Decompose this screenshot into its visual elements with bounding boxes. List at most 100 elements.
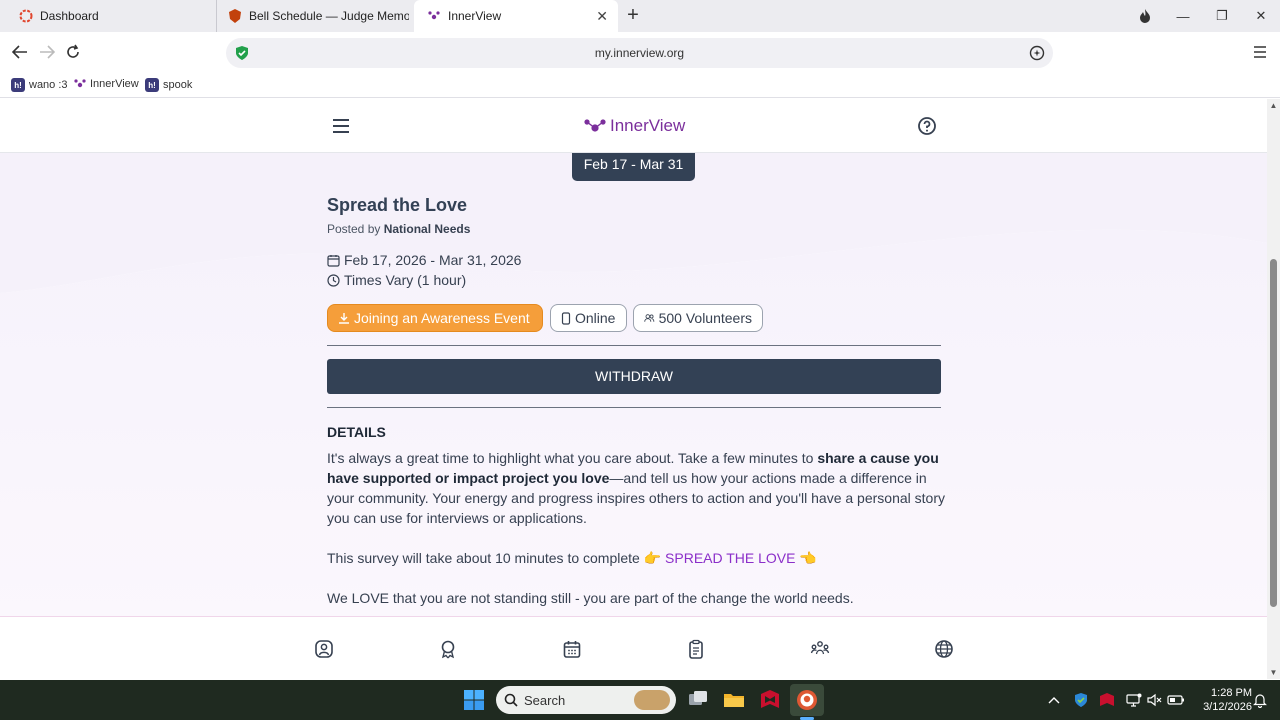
volume-muted-icon[interactable] [1144, 690, 1164, 710]
divider [327, 407, 941, 408]
posted-by-prefix: Posted by [327, 222, 381, 236]
event-date-range: Feb 17, 2026 - Mar 31, 2026 [344, 252, 522, 268]
forward-arrow-icon[interactable] [35, 40, 59, 64]
back-arrow-icon[interactable] [8, 40, 32, 64]
mcafee-icon[interactable] [758, 688, 782, 712]
divider [327, 345, 941, 346]
menu-icon[interactable] [1248, 40, 1272, 64]
search-icon [504, 693, 518, 707]
location-chip-label: Online [575, 310, 616, 326]
users-icon [644, 314, 655, 322]
innerview-logo-icon [426, 8, 442, 24]
category-chip[interactable]: Joining an Awareness Event [327, 304, 543, 332]
location-chip[interactable]: Online [550, 304, 627, 332]
details-paragraph-3: We LOVE that you are not standing still … [327, 590, 854, 606]
tab-dashboard[interactable]: Dashboard [18, 0, 214, 32]
network-display-icon[interactable] [1124, 690, 1144, 710]
help-icon[interactable] [917, 116, 937, 136]
pointing-right-emoji: 👉 [643, 550, 662, 566]
innerview-logo-icon [584, 119, 606, 132]
details-heading: DETAILS [327, 424, 386, 440]
event-time-row: Times Vary (1 hour) [327, 272, 466, 288]
volunteers-chip[interactable]: 500 Volunteers [633, 304, 763, 332]
calendar-icon [327, 254, 340, 267]
profile-icon[interactable] [314, 639, 334, 659]
calendar-grid-icon[interactable] [562, 639, 582, 659]
reload-icon[interactable] [61, 40, 85, 64]
duckduckgo-browser-icon[interactable] [795, 688, 819, 712]
volunteers-chip-label: 500 Volunteers [658, 310, 752, 326]
scroll-down-arrow-icon[interactable]: ▼ [1269, 668, 1278, 677]
tab-label: InnerView [448, 9, 502, 23]
globe-icon[interactable] [934, 639, 954, 659]
innerview-logo[interactable]: InnerView [584, 115, 685, 137]
ai-chat-icon[interactable] [1029, 45, 1045, 61]
withdraw-button[interactable]: WITHDRAW [327, 359, 941, 394]
defender-shield-icon[interactable] [1071, 690, 1091, 710]
phone-icon [561, 311, 571, 325]
hamburger-menu-icon[interactable] [330, 116, 352, 136]
close-window-icon[interactable]: ✕ [1241, 0, 1280, 32]
bookmark-label: wano :3 [29, 79, 68, 91]
bookmark-spook[interactable]: h! spook [145, 78, 192, 92]
bookmark-badge-icon: h! [145, 78, 159, 92]
windows-start-icon[interactable] [463, 689, 485, 711]
tab-bell-schedule[interactable]: Bell Schedule — Judge Memorial | [216, 0, 412, 32]
close-tab-icon[interactable]: ✕ [596, 8, 608, 25]
mcafee-tray-icon[interactable] [1097, 690, 1117, 710]
restore-icon[interactable]: ❐ [1202, 0, 1242, 32]
page-scrollbar[interactable]: ▲ ▼ [1267, 99, 1280, 679]
bookmarks-bar: h! wano :3 InnerView h! spook [0, 74, 1280, 98]
browser-tab-bar: Dashboard Bell Schedule — Judge Memorial… [0, 0, 1280, 32]
clock-icon [327, 273, 340, 287]
innerview-logo-icon [74, 79, 86, 88]
notification-bell-icon[interactable] [1250, 690, 1270, 710]
taskbar-search[interactable]: Search [496, 686, 676, 714]
show-hidden-icons-chevron-icon[interactable] [1044, 690, 1064, 710]
posted-by: Posted by National Needs [327, 222, 470, 236]
community-icon[interactable] [810, 639, 830, 659]
dashboard-ring-icon [18, 8, 34, 24]
taskbar-clock[interactable]: 1:28 PM 3/12/2026 [1192, 686, 1252, 714]
app-header: InnerView [0, 99, 1267, 153]
spread-the-love-link[interactable]: SPREAD THE LOVE [665, 550, 795, 566]
details-text: This survey will take about 10 minutes t… [327, 550, 644, 566]
organization-name[interactable]: National Needs [384, 222, 471, 236]
event-date-row: Feb 17, 2026 - Mar 31, 2026 [327, 252, 521, 268]
minimize-icon[interactable]: — [1163, 0, 1203, 32]
taskbar-search-label: Search [524, 692, 566, 708]
bottom-navigation [0, 616, 1267, 679]
tab-innerview[interactable]: InnerView ✕ [414, 0, 618, 32]
tab-label: Bell Schedule — Judge Memorial | [249, 9, 409, 23]
category-chip-label: Joining an Awareness Event [354, 310, 530, 326]
clock-time: 1:28 PM [1211, 687, 1252, 699]
task-view-icon[interactable] [686, 688, 710, 712]
details-text: It's always a great time to highlight wh… [327, 450, 818, 466]
bookmark-label: spook [163, 79, 193, 91]
file-explorer-icon[interactable] [722, 688, 746, 712]
date-range-pill: Feb 17 - Mar 31 [572, 153, 695, 181]
scrollbar-thumb[interactable] [1270, 259, 1277, 607]
event-title: Spread the Love [327, 195, 468, 215]
fire-icon[interactable] [1125, 0, 1165, 32]
event-time: Times Vary (1 hour) [344, 272, 467, 288]
details-paragraph-1: It's always a great time to highlight wh… [327, 448, 947, 528]
bookmark-badge-icon: h! [11, 78, 25, 92]
download-arrow-icon [339, 313, 349, 324]
address-bar[interactable]: my.innerview.org [226, 38, 1053, 68]
bookmark-label: InnerView [90, 78, 139, 90]
pointing-left-emoji: 👈 [799, 550, 817, 566]
windows-taskbar: Search 1:28 PM 3/12/2026 [0, 680, 1280, 720]
scroll-up-arrow-icon[interactable]: ▲ [1269, 101, 1278, 110]
search-highlight-image [634, 690, 670, 710]
new-tab-button[interactable]: + [622, 4, 644, 26]
page-viewport: InnerView Feb 17 - Mar 31 Spread the Lov… [0, 99, 1267, 679]
award-ribbon-icon[interactable] [438, 639, 458, 659]
clock-date: 3/12/2026 [1203, 701, 1252, 713]
url-text: my.innerview.org [594, 46, 685, 60]
battery-icon[interactable] [1166, 690, 1186, 710]
bookmark-wano[interactable]: h! wano :3 [11, 78, 68, 92]
tab-label: Dashboard [40, 9, 99, 23]
clipboard-list-icon[interactable] [686, 639, 706, 659]
bookmark-innerview[interactable]: InnerView [74, 78, 139, 90]
